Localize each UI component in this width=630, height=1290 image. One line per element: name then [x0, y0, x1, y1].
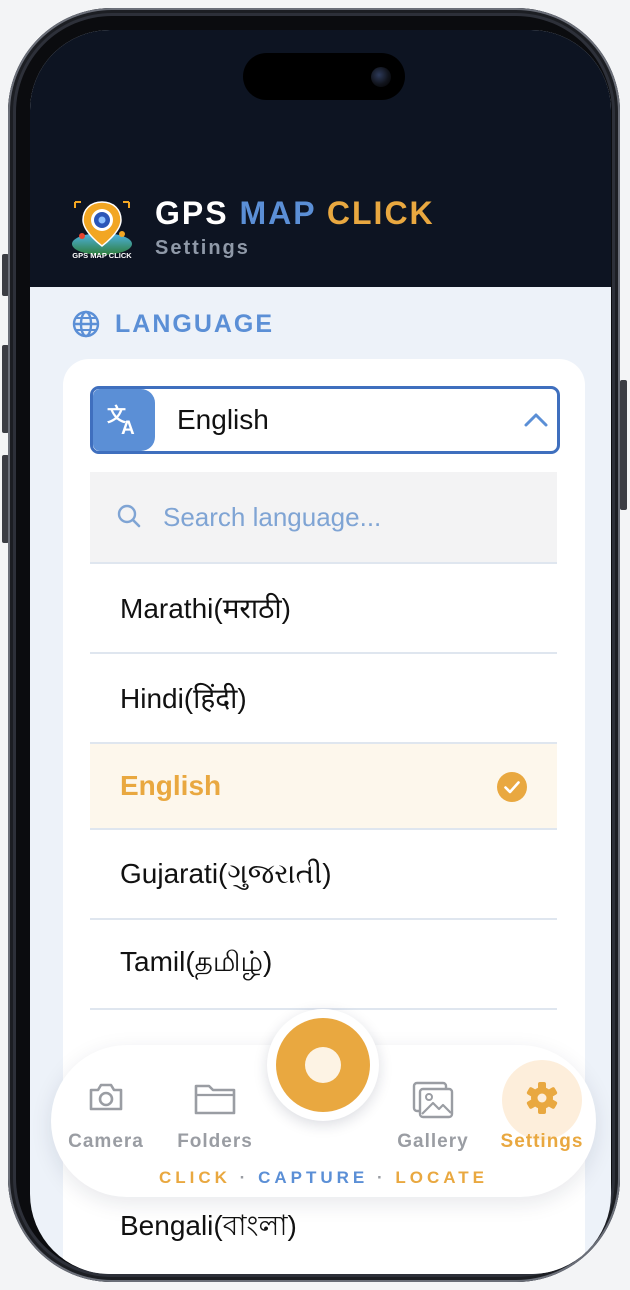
folder-icon — [194, 1084, 236, 1115]
tagline-separator: · — [239, 1168, 250, 1187]
capture-button[interactable] — [267, 1009, 379, 1121]
nav-folders[interactable]: Folders — [160, 1045, 270, 1165]
check-circle-icon — [497, 772, 527, 802]
language-dropdown[interactable]: 文 A English — [90, 386, 560, 454]
svg-text:A: A — [121, 418, 135, 438]
language-label: English — [120, 770, 222, 801]
tagline-locate: LOCATE — [395, 1168, 489, 1187]
nav-label: Settings — [500, 1131, 584, 1152]
language-label: Tamil(தமிழ்) — [120, 946, 273, 977]
language-option-english[interactable]: English — [90, 744, 557, 830]
language-option-gujarati[interactable]: Gujarati(ગુજરાતી) — [90, 830, 557, 920]
language-label: Gujarati(ગુજરાતી) — [120, 857, 332, 889]
language-search — [90, 472, 557, 564]
chevron-up-icon[interactable] — [523, 409, 549, 429]
front-camera — [371, 67, 391, 87]
svg-text:GPS MAP CLICK: GPS MAP CLICK — [72, 251, 132, 260]
globe-icon — [72, 310, 100, 338]
brand-word-click: CLICK — [326, 195, 435, 231]
language-label: Marathi(मराठी) — [120, 593, 291, 624]
search-icon — [117, 504, 141, 528]
brand-word-gps: GPS — [155, 195, 229, 231]
language-option-hindi[interactable]: Hindi(हिंदी) — [90, 654, 557, 744]
tagline-capture: CAPTURE — [258, 1168, 369, 1187]
gear-icon — [526, 1082, 558, 1114]
tagline-separator: · — [376, 1168, 387, 1187]
nav-gallery[interactable]: Gallery — [378, 1045, 488, 1165]
language-option-marathi[interactable]: Marathi(मराठी) — [90, 564, 557, 654]
selected-language: English — [177, 404, 269, 435]
phone-screen: GPS MAP CLICK GPS MAP CLICK Settings LAN… — [30, 30, 611, 1274]
section-title: LANGUAGE — [115, 309, 275, 338]
page-subtitle: Settings — [155, 237, 250, 259]
app-title: GPS MAP CLICK — [155, 195, 435, 232]
camera-icon — [89, 1083, 123, 1111]
language-option-tamil[interactable]: Tamil(தமிழ்) — [90, 920, 557, 1010]
language-label: Hindi(हिंदी) — [120, 683, 247, 714]
capture-button-core — [305, 1047, 341, 1083]
nav-label: Camera — [68, 1131, 144, 1152]
power-button[interactable] — [620, 380, 627, 510]
nav-settings[interactable]: Settings — [487, 1045, 597, 1165]
app-logo: GPS MAP CLICK — [72, 201, 132, 260]
nav-camera[interactable]: Camera — [51, 1045, 161, 1165]
brand-word-map: MAP — [239, 195, 316, 231]
language-section-header: LANGUAGE — [72, 307, 274, 341]
capture-button-ring — [276, 1018, 370, 1112]
search-input[interactable] — [163, 499, 523, 535]
tagline: CLICK · CAPTURE · LOCATE — [51, 1168, 596, 1188]
phone-frame: GPS MAP CLICK GPS MAP CLICK Settings LAN… — [8, 8, 620, 1282]
gallery-icon — [412, 1081, 454, 1119]
nav-label: Gallery — [397, 1131, 469, 1152]
translate-icon: 文 A — [93, 389, 155, 451]
nav-label: Folders — [177, 1131, 253, 1152]
language-label: Bengali(বাংলা) — [120, 1209, 297, 1241]
tagline-click: CLICK — [158, 1168, 231, 1187]
dynamic-island — [243, 53, 405, 100]
